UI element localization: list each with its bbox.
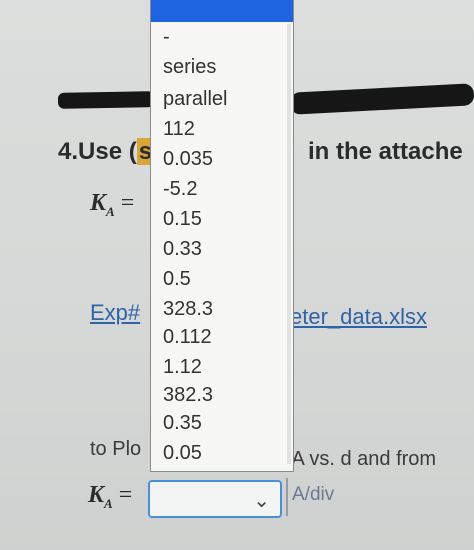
data-file-link[interactable]: eter_data.xlsx	[290, 304, 427, 330]
dropdown-option[interactable]: 0.15	[163, 208, 202, 231]
dropdown-option[interactable]: 0.05	[163, 442, 202, 465]
chevron-down-icon: ⌄	[253, 490, 270, 512]
dropdown-highlight-bar	[151, 0, 293, 22]
dropdown-option[interactable]: series	[163, 56, 216, 79]
dropdown-option[interactable]: 0.035	[163, 148, 213, 171]
dropdown-option[interactable]: -5.2	[163, 178, 197, 201]
dropdown-scrollbar[interactable]	[287, 24, 291, 464]
dropdown-option[interactable]: 0.35	[163, 412, 202, 435]
dropdown-option[interactable]: parallel	[163, 88, 227, 111]
dropdown-option[interactable]: 328.3	[163, 298, 213, 321]
dropdown-option[interactable]: 112	[163, 118, 195, 141]
dropdown-list[interactable]: - series parallel 112 0.035 -5.2 0.15 0.33 0.5 32…	[150, 0, 294, 472]
dropdown-option[interactable]: 382.3	[163, 384, 213, 407]
dropdown-option[interactable]: 0.5	[163, 268, 191, 291]
ia-vs-d-text: IA vs. d and from	[286, 448, 437, 470]
ka-value-select[interactable]: ⌄	[148, 480, 282, 518]
ka-label-top: KA =	[90, 190, 135, 219]
question-text-rest: in the attache	[308, 138, 463, 165]
unit-label: A/div	[292, 484, 335, 505]
dropdown-option[interactable]: 1.12	[163, 356, 202, 379]
ka-label-bottom: KA =	[88, 482, 133, 511]
dropdown-option[interactable]: -	[163, 26, 170, 49]
redaction-bar-left	[57, 91, 155, 109]
plot-instruction-text: to Plo	[90, 438, 142, 460]
unit-divider	[286, 478, 288, 516]
question-text-start: 4.Use (s	[58, 138, 155, 165]
dropdown-option[interactable]: 0.112	[163, 326, 212, 349]
exp-link[interactable]: Exp#	[90, 300, 140, 326]
dropdown-option[interactable]: 0.33	[163, 238, 202, 261]
